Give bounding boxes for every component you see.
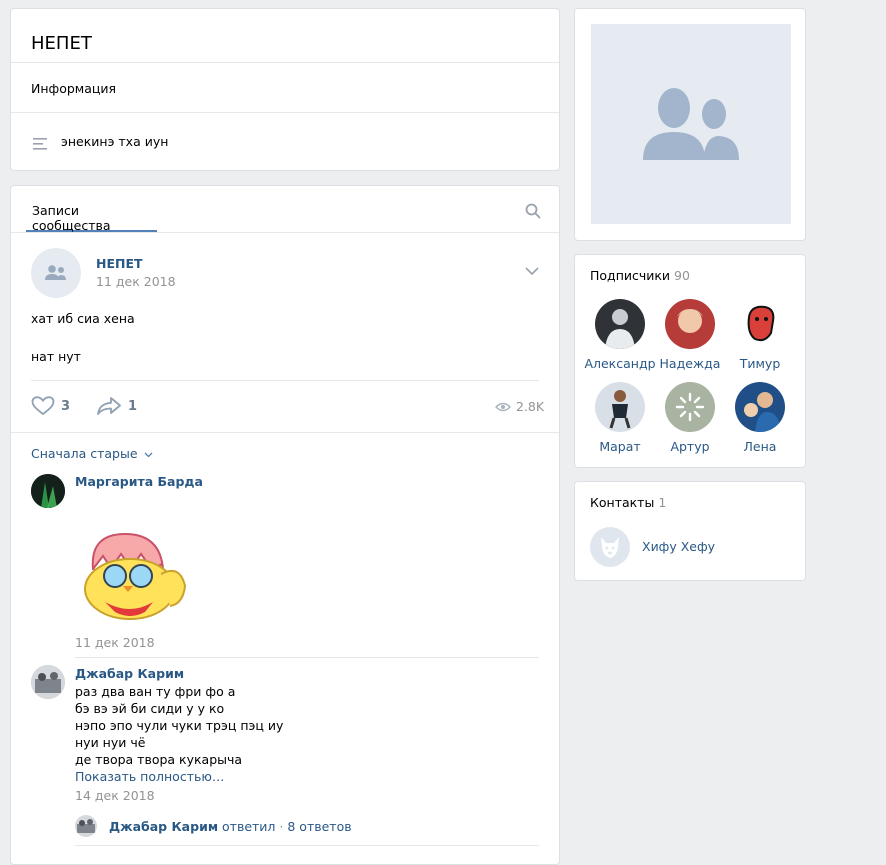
sort-label: Сначала старые (31, 446, 138, 461)
group-cover-card (574, 8, 806, 241)
comment-text-line: де твора твора кукарыча (75, 752, 243, 767)
reply-dot: · (279, 819, 284, 834)
subscriber-name[interactable]: Тимур (724, 356, 796, 371)
reply-verb: ответил (222, 819, 276, 834)
subscriber-name[interactable]: Лена (724, 439, 796, 454)
chick-sticker (75, 494, 205, 624)
post-author-link[interactable]: НЕПЕТ (96, 256, 143, 271)
subscriber-item[interactable]: Тимур (724, 299, 796, 371)
contact-name[interactable]: Хифу Хефу (642, 539, 715, 554)
contacts-count: 1 (658, 495, 667, 510)
group-icon (643, 88, 739, 160)
share-count: 1 (128, 398, 138, 414)
chevron-down-icon[interactable] (525, 260, 539, 279)
subscriber-avatar[interactable] (595, 382, 645, 432)
subscriber-item[interactable]: Лена (724, 382, 796, 454)
subscribers-card: Подписчики 90 Александр Надежда Тимур Мар… (574, 254, 806, 468)
divider (11, 62, 559, 63)
comment-date[interactable]: 14 дек 2018 (75, 788, 155, 803)
eye-icon (495, 402, 511, 411)
dog-icon (601, 537, 619, 558)
reply-author-avatar[interactable] (75, 815, 97, 837)
subscriber-name[interactable]: Марат (584, 439, 656, 454)
group-status: энекинэ тха иун (61, 134, 169, 149)
info-link[interactable]: Информация (31, 81, 116, 96)
divider (31, 380, 539, 381)
contact-avatar[interactable] (590, 527, 630, 567)
comment-text-line: нэпо эпо чули чуки трэц пэц иу (75, 718, 284, 733)
subscriber-name[interactable]: Артур (654, 439, 726, 454)
like-count: 3 (61, 398, 71, 414)
subscriber-name[interactable]: Александр (584, 356, 656, 371)
views-count: 2.8K (516, 399, 545, 414)
comment-author-link[interactable]: Маргарита Барда (75, 474, 203, 489)
chevron-down-icon (144, 452, 152, 458)
subscriber-item[interactable]: Марат (584, 382, 656, 454)
divider (75, 845, 539, 846)
post-text-line: хат иб сиа хена (31, 311, 135, 326)
comment-author-avatar[interactable] (31, 474, 65, 508)
comment-author-link[interactable]: Джабар Карим (75, 666, 184, 681)
group-header-card: НЕПЕТ Информация энекинэ тха иун (10, 8, 560, 171)
reply-count-link[interactable]: 8 ответов (287, 819, 351, 834)
post-date[interactable]: 11 дек 2018 (96, 274, 176, 289)
description-lines-icon (33, 135, 47, 154)
comment-author-avatar[interactable] (31, 665, 65, 699)
subscriber-item[interactable]: Александр (584, 299, 656, 371)
comment-date[interactable]: 11 дек 2018 (75, 635, 155, 650)
divider (11, 232, 559, 233)
comment-text-line: бэ вэ эй би сиди у у ко (75, 701, 225, 716)
comment-text-line: раз два ван ту фри фо а (75, 684, 236, 699)
reply-author-link[interactable]: Джабар Карим (109, 819, 218, 834)
comment-text: раз два ван ту фри фо а бэ вэ эй би сиди… (75, 683, 283, 768)
group-cover-placeholder[interactable] (591, 24, 791, 224)
subscriber-avatar[interactable] (665, 299, 715, 349)
subscriber-avatar[interactable] (665, 382, 715, 432)
heart-icon (31, 396, 55, 416)
post-author-avatar[interactable] (31, 248, 81, 298)
share-button[interactable]: 1 (96, 396, 137, 416)
subscriber-name[interactable]: Надежда (654, 356, 726, 371)
subscriber-avatar[interactable] (735, 299, 785, 349)
divider (11, 432, 559, 433)
replies-summary[interactable]: Джабар Карим ответил · 8 ответов (109, 819, 352, 834)
post-text-line: нат нут (31, 349, 81, 364)
subscribers-count: 90 (674, 268, 690, 283)
group-icon (45, 265, 66, 280)
views-counter: 2.8K (495, 399, 544, 414)
show-more-link[interactable]: Показать полностью… (75, 768, 224, 785)
contacts-card: Контакты 1 Хифу Хефу (574, 481, 806, 581)
subscriber-avatar[interactable] (595, 299, 645, 349)
search-icon[interactable] (525, 203, 541, 223)
contacts-title: Контакты (590, 495, 655, 510)
subscriber-item[interactable]: Артур (654, 382, 726, 454)
share-arrow-icon (97, 397, 121, 415)
subscribers-header[interactable]: Подписчики 90 (590, 268, 690, 283)
subscriber-avatar[interactable] (735, 382, 785, 432)
divider (11, 112, 559, 113)
sort-comments-dropdown[interactable]: Сначала старые (31, 446, 153, 461)
tab-label: Записи сообщества (32, 203, 111, 233)
subscriber-item[interactable]: Надежда (654, 299, 726, 371)
divider (75, 657, 539, 658)
comment-text-line: нуи нуи чё (75, 735, 146, 750)
group-title: НЕПЕТ (31, 33, 92, 54)
wall-card: Записи сообщества НЕПЕТ 11 дек 2018 хат … (10, 185, 560, 865)
contacts-header[interactable]: Контакты 1 (590, 495, 666, 510)
subscribers-title: Подписчики (590, 268, 671, 283)
like-button[interactable]: 3 (31, 396, 70, 416)
tab-community-posts[interactable]: Записи сообщества (26, 186, 157, 233)
